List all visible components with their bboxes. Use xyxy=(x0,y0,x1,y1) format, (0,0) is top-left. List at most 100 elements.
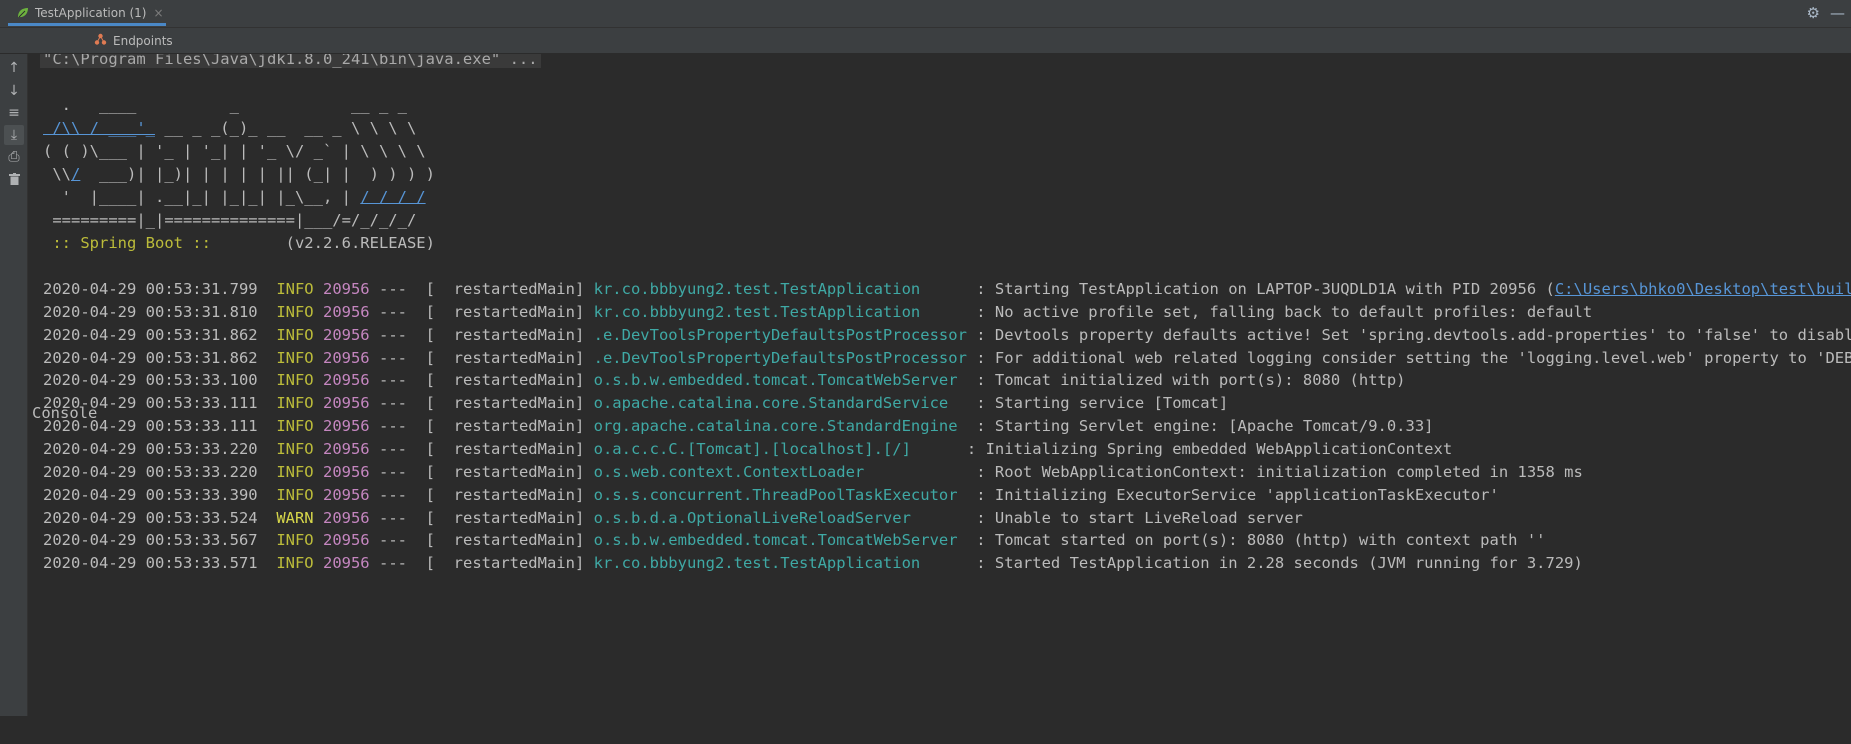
banner-fragment: ' |____| .__|_| |_|_| |_\__, | xyxy=(43,188,361,206)
log-spacer xyxy=(258,440,277,458)
log-spacer xyxy=(370,417,379,435)
spring-boot-label: :: Spring Boot :: xyxy=(43,234,221,252)
log-level: INFO xyxy=(276,302,314,321)
trash-icon[interactable] xyxy=(4,169,24,189)
log-pid: 20956 xyxy=(322,439,370,458)
log-pid: 20956 xyxy=(322,531,370,550)
log-message: : Started TestApplication in 2.28 second… xyxy=(966,554,1583,573)
log-spacer xyxy=(314,280,323,298)
scroll-to-end-icon[interactable]: ⤓ xyxy=(4,125,24,145)
arrow-down-icon[interactable]: ↓ xyxy=(4,81,24,101)
log-timestamp: 2020-04-29 00:53:33.524 xyxy=(43,508,258,527)
log-spacer xyxy=(314,349,323,367)
log-level: INFO xyxy=(276,280,314,298)
log-spacer xyxy=(314,531,323,549)
log-spacer xyxy=(314,509,323,527)
log-level: INFO xyxy=(276,485,314,504)
log-pid: 20956 xyxy=(322,371,370,390)
log-spacer xyxy=(370,531,379,549)
log-level: INFO xyxy=(276,371,314,390)
log-spacer xyxy=(314,303,323,321)
log-thread: --- [ restartedMain] xyxy=(379,439,594,458)
log-thread: --- [ restartedMain] xyxy=(379,302,594,321)
log-timestamp: 2020-04-29 00:53:33.390 xyxy=(43,485,258,504)
console-tabs: Console Endpoints xyxy=(0,28,1851,422)
log-thread: --- [ restartedMain] xyxy=(379,348,594,367)
log-level: INFO xyxy=(276,531,314,550)
log-spacer xyxy=(370,463,379,481)
log-message: : Initializing Spring embedded WebApplic… xyxy=(957,439,1453,458)
log-level: INFO xyxy=(276,394,314,413)
log-spacer xyxy=(314,326,323,344)
run-tab-label: TestApplication (1) xyxy=(35,6,147,20)
log-level: INFO xyxy=(276,417,314,436)
log-spacer xyxy=(258,326,277,344)
log-logger: o.s.b.w.embedded.tomcat.TomcatWebServer xyxy=(593,371,967,390)
spring-boot-version: :: Spring Boot :: (v2.2.6.RELEASE) xyxy=(43,230,435,257)
log-message: : Unable to start LiveReload server xyxy=(966,508,1303,527)
log-thread: --- [ restartedMain] xyxy=(379,417,594,436)
log-pid: 20956 xyxy=(322,554,370,573)
log-thread: --- [ restartedMain] xyxy=(379,280,594,298)
log-message: : Root WebApplicationContext: initializa… xyxy=(966,462,1583,481)
gear-icon[interactable]: ⚙ xyxy=(1807,3,1820,23)
banner-fragment: /\\ / ___'_ xyxy=(43,119,155,137)
log-spacer xyxy=(370,280,379,298)
log-timestamp: 2020-04-29 00:53:33.220 xyxy=(43,462,258,481)
log-spacer xyxy=(314,394,323,412)
log-message: : Tomcat started on port(s): 8080 (http)… xyxy=(966,531,1546,550)
log-level: INFO xyxy=(276,439,314,458)
toolbar-actions: ⚙ — xyxy=(1807,3,1845,23)
log-message: : Devtools property defaults active! Set… xyxy=(966,325,1851,344)
tab-endpoints-label: Endpoints xyxy=(113,33,173,48)
soft-wrap-icon[interactable]: ≡ xyxy=(4,103,24,123)
log-logger: o.s.web.context.ContextLoader xyxy=(593,462,967,481)
log-spacer xyxy=(314,440,323,458)
log-spacer xyxy=(314,554,323,572)
print-icon[interactable]: ⎙ xyxy=(4,147,24,167)
log-spacer xyxy=(314,417,323,435)
log-level: INFO xyxy=(276,554,314,573)
log-spacer xyxy=(370,326,379,344)
minimize-icon[interactable]: — xyxy=(1830,3,1845,23)
spring-boot-version-text: (v2.2.6.RELEASE) xyxy=(220,234,435,252)
log-pid: 20956 xyxy=(322,508,370,527)
console-output[interactable]: "C:\Program Files\Java\jdk1.8.0_241\bin\… xyxy=(28,54,1851,716)
arrow-up-icon[interactable]: ↑ xyxy=(4,58,24,78)
log-level: INFO xyxy=(276,325,314,344)
tab-endpoints[interactable]: Endpoints xyxy=(94,28,173,53)
log-spacer xyxy=(370,303,379,321)
log-spacer xyxy=(258,486,277,504)
log-spacer xyxy=(258,303,277,321)
log-logger: kr.co.bbbyung2.test.TestApplication xyxy=(593,554,967,573)
log-pid: 20956 xyxy=(322,394,370,413)
log-logger: o.a.c.c.C.[Tomcat].[localhost].[/] xyxy=(593,439,958,458)
banner-fragment: ___)| |_)| | | | | || (_| | ) ) ) ) xyxy=(80,165,435,183)
log-message: : Starting service [Tomcat] xyxy=(966,394,1229,413)
log-spacer xyxy=(370,394,379,412)
log-spacer xyxy=(258,349,277,367)
log-thread: --- [ restartedMain] xyxy=(379,508,594,527)
log-pid: 20956 xyxy=(322,325,370,344)
log-thread: --- [ restartedMain] xyxy=(379,371,594,390)
log-timestamp: 2020-04-29 00:53:31.862 xyxy=(43,325,258,344)
log-spacer xyxy=(370,440,379,458)
log-spacer xyxy=(370,509,379,527)
log-thread: --- [ restartedMain] xyxy=(379,394,594,413)
banner-fragment: \\ xyxy=(43,165,71,183)
log-timestamp: 2020-04-29 00:53:33.111 xyxy=(43,417,258,436)
close-icon[interactable]: × xyxy=(154,6,164,20)
log-spacer xyxy=(258,463,277,481)
log-message: : For additional web related logging con… xyxy=(966,348,1851,367)
log-path-link[interactable]: C:\Users\bhko0\Desktop\test\build\classe… xyxy=(1555,280,1851,298)
spring-leaf-icon xyxy=(16,6,30,20)
log-thread: --- [ restartedMain] xyxy=(379,462,594,481)
log-thread: --- [ restartedMain] xyxy=(379,531,594,550)
log-pid: 20956 xyxy=(322,462,370,481)
log-spacer xyxy=(314,463,323,481)
log-spacer xyxy=(370,486,379,504)
log-timestamp: 2020-04-29 00:53:31.799 xyxy=(43,280,258,298)
console-sidebar: ↑ ↓ ≡ ⤓ ⎙ xyxy=(0,54,28,716)
log-timestamp: 2020-04-29 00:53:31.862 xyxy=(43,348,258,367)
log-thread: --- [ restartedMain] xyxy=(379,485,594,504)
